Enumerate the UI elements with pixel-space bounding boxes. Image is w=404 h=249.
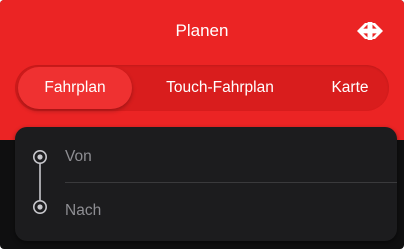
- route-connector-icon: [33, 150, 47, 214]
- tab-fahrplan[interactable]: Fahrplan: [18, 67, 132, 109]
- from-station-field[interactable]: Von: [65, 147, 92, 167]
- sbb-logo-icon[interactable]: [354, 20, 386, 42]
- to-station-field[interactable]: Nach: [65, 201, 101, 221]
- view-mode-segmented-control: Fahrplan Touch-Fahrplan Karte: [15, 65, 389, 111]
- page-title: Planen: [175, 21, 229, 40]
- tab-karte[interactable]: Karte: [315, 65, 385, 111]
- divider: [65, 182, 397, 183]
- app-screen: Planen Fahrplan Touch-Fahrplan Karte Von…: [0, 0, 404, 249]
- tab-touch-fahrplan[interactable]: Touch-Fahrplan: [145, 65, 295, 111]
- header-bar: Planen Fahrplan Touch-Fahrplan Karte: [0, 0, 404, 140]
- route-input-card: Von Nach: [15, 127, 397, 241]
